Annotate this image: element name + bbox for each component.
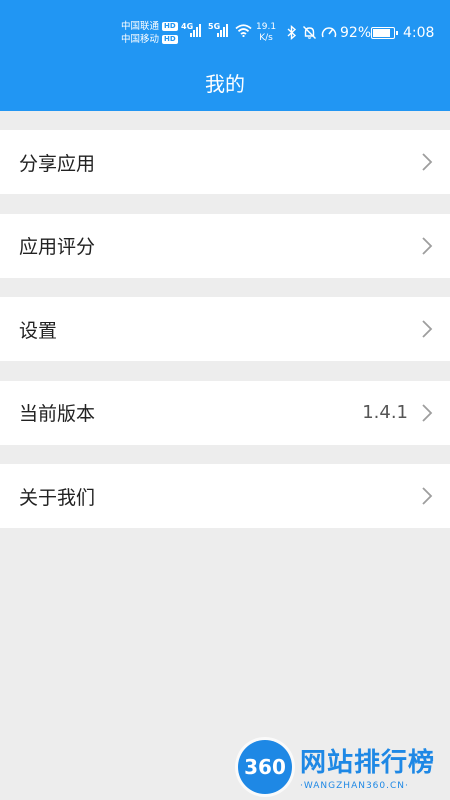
watermark-logo: 360 网站排行榜 ·WANGZHAN360.CN·: [238, 738, 450, 800]
watermark-name: 网站排行榜: [300, 748, 436, 778]
signal-2-icon: [217, 24, 228, 37]
menu-item-label: 应用评分: [19, 236, 96, 258]
clock: 4:08: [403, 25, 435, 41]
chevron-right-icon: [422, 403, 433, 422]
data-gauge-icon: [321, 27, 337, 38]
carrier-2-label: 中国移动: [121, 34, 160, 45]
menu-item-about-us[interactable]: 关于我们: [0, 464, 450, 528]
watermark-badge: 360: [238, 740, 292, 794]
menu-item-current-version[interactable]: 当前版本 1.4.1: [0, 380, 450, 445]
chevron-right-icon: [422, 320, 433, 338]
carrier-info: 中国联通 HD 中国移动 HD: [121, 20, 178, 46]
battery-percent: 92%: [340, 25, 372, 41]
version-value: 1.4.1: [362, 402, 408, 423]
menu-item-label: 当前版本: [19, 403, 96, 425]
speed-value: 19.1: [256, 22, 277, 32]
mute-bell-icon: [303, 26, 316, 39]
chevron-right-icon: [422, 153, 433, 171]
watermark-site: ·WANGZHAN360.CN·: [300, 781, 409, 791]
menu-item-settings[interactable]: 设置: [0, 297, 450, 361]
menu-item-share-app[interactable]: 分享应用: [0, 130, 450, 194]
menu-item-label: 设置: [19, 319, 58, 342]
wifi-icon: [235, 24, 252, 37]
signal-1-icon: [190, 24, 201, 37]
app-header: 中国联通 HD 中国移动 HD 4G 5G 19.1 K/s 92% 4:08 …: [0, 0, 450, 111]
menu-item-rate-app[interactable]: 应用评分: [0, 213, 450, 278]
status-bar: 中国联通 HD 中国移动 HD 4G 5G 19.1 K/s 92% 4:08: [0, 0, 450, 46]
page-title: 我的: [205, 72, 245, 96]
network-speed: 19.1 K/s: [256, 22, 276, 44]
chevron-right-icon: [422, 487, 433, 505]
menu-item-label: 关于我们: [19, 486, 96, 509]
settings-menu: 分享应用 应用评分 设置 当前版本 1.4.1 关于我们: [0, 130, 450, 548]
hd-badge: HD: [162, 35, 178, 44]
carrier-1-label: 中国联通: [121, 21, 160, 32]
menu-item-label: 分享应用: [19, 152, 96, 175]
chevron-right-icon: [422, 236, 433, 255]
battery-icon: [371, 27, 398, 39]
bluetooth-icon: [287, 25, 297, 40]
hd-badge: HD: [162, 22, 178, 31]
speed-unit: K/s: [259, 33, 273, 43]
